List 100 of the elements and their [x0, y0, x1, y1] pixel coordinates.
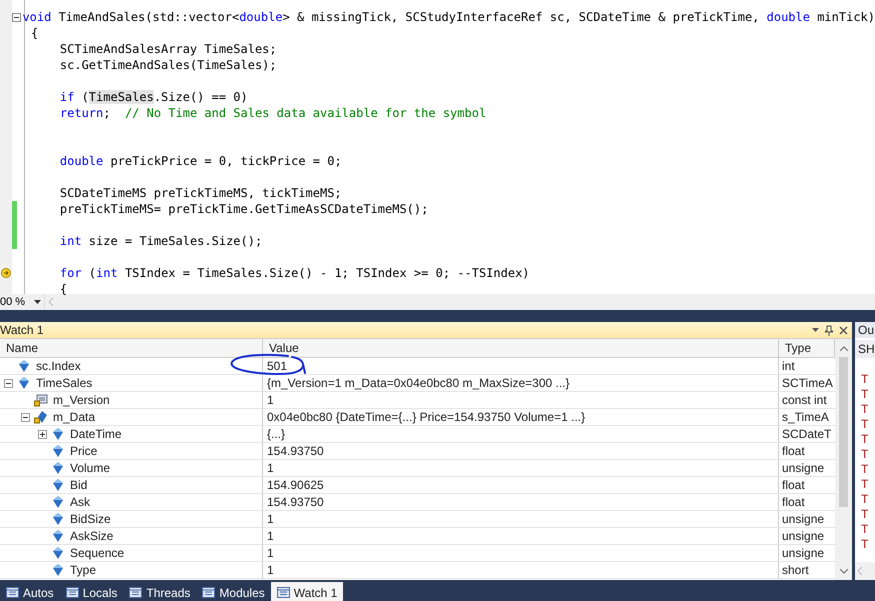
diamond-icon	[51, 478, 65, 492]
scroll-up-icon[interactable]	[840, 346, 848, 350]
variable-value[interactable]: 1	[263, 460, 779, 476]
diamond-icon	[51, 529, 65, 543]
column-header[interactable]: Value	[263, 339, 779, 357]
vertical-scrollbar[interactable]	[835, 339, 852, 580]
code-line: int size = TimeSales.Size();	[58, 233, 262, 249]
panel-title: Watch 1	[0, 323, 44, 337]
close-icon[interactable]	[839, 326, 848, 334]
code-line: double preTickPrice = 0, tickPrice = 0;	[58, 153, 342, 169]
output-line: T	[861, 402, 870, 417]
variable-type: unsigne	[781, 511, 826, 527]
variable-type: unsigne	[781, 528, 826, 544]
window-list-icon	[6, 587, 19, 598]
variable-name: m_Data	[53, 410, 96, 424]
diamond-icon	[51, 546, 65, 560]
variable-type: float	[781, 443, 806, 459]
variable-name: Type	[70, 563, 96, 577]
diamond-icon	[51, 444, 65, 458]
current-statement-icon	[1, 267, 11, 279]
code-line: {	[30, 25, 38, 41]
variable-name: AskSize	[70, 529, 114, 543]
variable-name: Volume	[70, 461, 110, 475]
code-line: if (TimeSales.Size() == 0)	[58, 89, 248, 105]
dropdown-arrow-icon[interactable]	[812, 328, 819, 332]
variable-name: Price	[70, 444, 98, 458]
variable-value[interactable]: 501	[263, 358, 779, 374]
output-line: T	[861, 372, 870, 387]
output-line: T	[861, 537, 870, 552]
variable-value[interactable]: 1	[263, 392, 779, 408]
collapse-icon[interactable]	[21, 412, 30, 422]
pointer-field-icon	[34, 410, 48, 424]
output-line: T	[861, 492, 870, 507]
variable-value[interactable]: 1	[263, 562, 779, 578]
code-line: preTickTimeMS= preTickTime.GetTimeAsSCDateTimeMS();	[58, 201, 428, 217]
variable-value[interactable]: 154.93750	[263, 443, 779, 459]
diamond-icon	[51, 461, 65, 475]
output-line: T	[861, 387, 870, 402]
panel-tab[interactable]: Watch 1	[270, 582, 344, 601]
collapse-icon[interactable]	[4, 378, 13, 388]
variable-value[interactable]: 1	[263, 511, 779, 527]
output-line: T	[861, 522, 870, 537]
variable-type: unsigne	[781, 545, 826, 561]
variable-type: float	[781, 477, 806, 493]
window-list-icon	[202, 587, 216, 598]
variable-name: Sequence	[70, 546, 124, 560]
code-line: SCDateTimeMS preTickTimeMS, tickTimeMS;	[58, 185, 342, 201]
variable-value[interactable]: 1	[263, 545, 779, 561]
variable-name: sc.Index	[36, 359, 81, 373]
column-header[interactable]: Name	[0, 339, 263, 357]
code-line: for (int TSIndex = TimeSales.Size() - 1; TSIndex >= 0; --TSIndex)	[58, 265, 530, 281]
variable-value[interactable]: 154.90625	[263, 477, 779, 493]
pin-icon[interactable]	[825, 324, 833, 336]
collapse-icon[interactable]	[12, 12, 22, 22]
diamond-icon	[51, 495, 65, 509]
output-line: T	[861, 432, 870, 447]
variable-type: short	[781, 562, 810, 578]
window-list-icon	[129, 587, 142, 598]
variable-value[interactable]: 154.93750	[263, 494, 779, 510]
variable-name: TimeSales	[36, 376, 92, 390]
variable-type: int	[781, 358, 796, 374]
variable-value[interactable]: 1	[263, 528, 779, 544]
diamond-icon	[51, 427, 65, 441]
dropdown-arrow-icon	[34, 300, 41, 304]
variable-name: Ask	[70, 495, 90, 509]
variable-name: Bid	[70, 478, 88, 492]
output-line: T	[861, 447, 870, 462]
variable-type: SCTimeA	[781, 375, 834, 391]
variable-type: unsigne	[781, 460, 826, 476]
window-list-icon	[276, 587, 290, 598]
horizontal-scrollbar[interactable]	[855, 562, 875, 580]
code-line: SCTimeAndSalesArray TimeSales;	[58, 41, 277, 57]
variable-type: SCDateT	[781, 426, 832, 442]
window-list-icon	[66, 587, 79, 598]
variable-type: float	[781, 494, 806, 510]
variable-name: m_Version	[53, 393, 110, 407]
code-line: void TimeAndSales(std::vector<double> & missingTick, SCStudyInterfaceRef sc, SCDateTime & preTickTime, double minTick)	[21, 9, 875, 25]
output-line: T	[861, 477, 870, 492]
code-editor[interactable]	[0, 0, 875, 294]
output-source-dropdown[interactable]: SH	[855, 340, 875, 358]
code-line: {	[58, 281, 68, 297]
diamond-icon	[17, 376, 31, 390]
panel-title: Ou	[855, 322, 875, 338]
output-line: T	[861, 417, 870, 432]
expand-icon[interactable]	[38, 430, 47, 438]
variable-value[interactable]: 0x04e0bc80 {DateTime={...} Price=154.93750 Volume=1 ...}	[263, 409, 779, 425]
diamond-icon	[51, 512, 65, 526]
scroll-down-icon[interactable]	[840, 568, 848, 574]
diamond-icon	[51, 563, 65, 577]
code-line: return; // No Time and Sales data available for the symbol	[58, 105, 486, 121]
code-line: sc.GetTimeAndSales(TimeSales);	[58, 57, 277, 73]
variable-type: const int	[781, 392, 828, 408]
variable-type: s_TimeA	[781, 409, 830, 425]
output-line: T	[861, 507, 870, 522]
variable-name: DateTime	[70, 427, 122, 441]
variable-value[interactable]: {...}	[263, 426, 779, 442]
output-line: T	[861, 462, 870, 477]
variable-name: BidSize	[70, 512, 111, 526]
diamond-icon	[17, 359, 31, 373]
variable-value[interactable]: {m_Version=1 m_Data=0x04e0bc80 m_MaxSize=300 ...}	[263, 375, 779, 391]
